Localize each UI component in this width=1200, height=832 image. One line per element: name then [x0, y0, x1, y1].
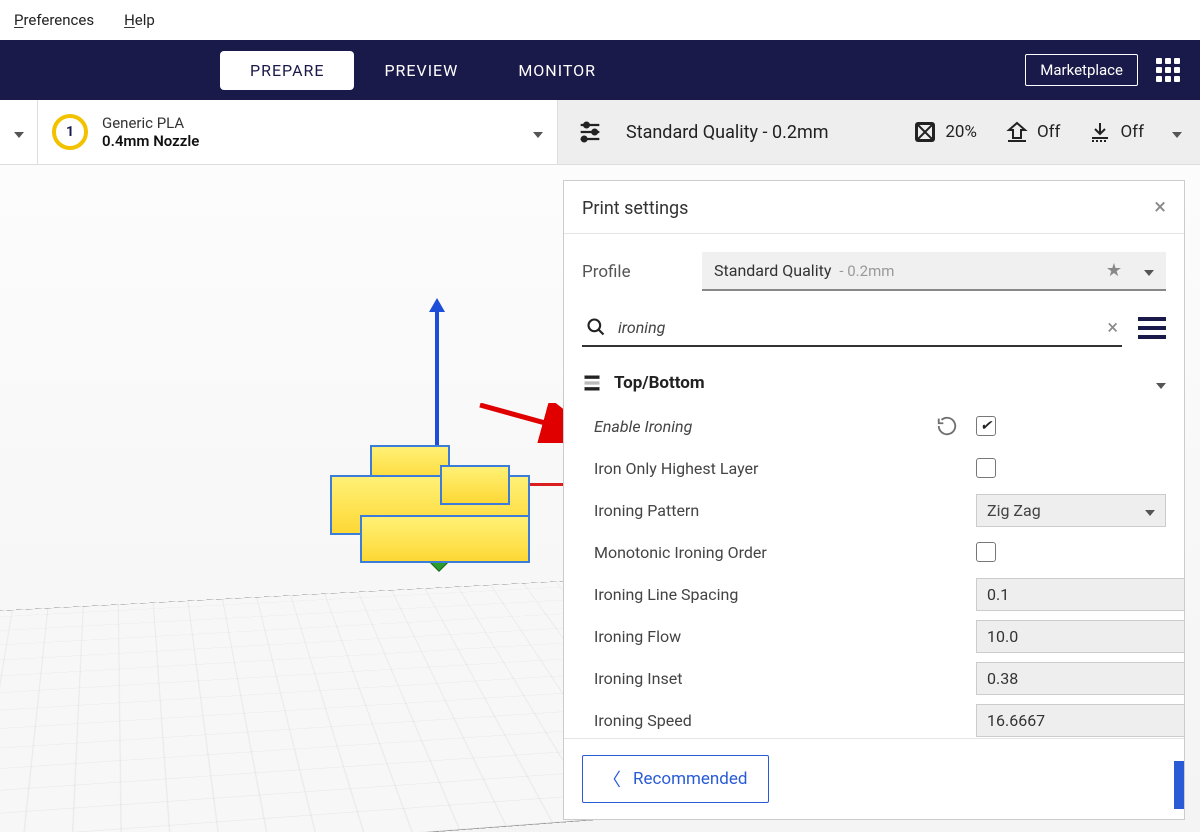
- tab-prepare[interactable]: PREPARE: [220, 51, 354, 90]
- nozzle-size: 0.4mm Nozzle: [102, 132, 199, 150]
- menu-preferences[interactable]: Preferences: [14, 11, 94, 29]
- setting-iron-only-highest: Iron Only Highest Layer: [594, 447, 1166, 489]
- adhesion-indicator: Off: [1088, 120, 1144, 144]
- line-spacing-input[interactable]: [977, 579, 1184, 610]
- tab-preview[interactable]: PREVIEW: [354, 51, 488, 90]
- profile-row: Profile Standard Quality - 0.2mm ★: [564, 234, 1184, 301]
- infill-indicator: 20%: [913, 120, 977, 144]
- material-name: Generic PLA: [102, 114, 199, 132]
- menubar: Preferences Help: [0, 0, 1200, 40]
- navbar: PREPARE PREVIEW MONITOR Marketplace: [0, 40, 1200, 100]
- print-settings-panel: Print settings × Profile Standard Qualit…: [563, 180, 1185, 820]
- enable-ironing-checkbox[interactable]: [976, 416, 996, 436]
- support-indicator: Off: [1005, 120, 1061, 144]
- chevron-down-icon: [14, 123, 24, 142]
- top-bottom-icon: [582, 373, 602, 393]
- recommended-button[interactable]: 〈 Recommended: [582, 755, 769, 803]
- chevron-down-icon: [1172, 123, 1182, 142]
- material-segment[interactable]: 1 Generic PLA 0.4mm Nozzle: [38, 100, 558, 164]
- chevron-left-icon: 〈: [603, 766, 621, 792]
- setting-enable-ironing: Enable Ironing: [594, 405, 1166, 447]
- clear-search-icon[interactable]: ×: [1107, 315, 1118, 339]
- ironing-pattern-select[interactable]: Zig Zag: [976, 494, 1166, 527]
- reset-icon[interactable]: [936, 415, 958, 437]
- chevron-down-icon: [533, 123, 543, 142]
- search-input[interactable]: [618, 318, 1095, 337]
- slice-button-edge[interactable]: [1174, 761, 1184, 809]
- setting-monotonic-order: Monotonic Ironing Order: [594, 531, 1166, 573]
- ironing-speed-input[interactable]: [977, 705, 1184, 736]
- panel-header: Print settings ×: [564, 181, 1184, 234]
- chevron-down-icon: [1144, 261, 1154, 280]
- quality-segment[interactable]: Standard Quality - 0.2mm 20% Off Off: [558, 100, 1200, 164]
- printer-dropdown[interactable]: [0, 100, 38, 164]
- panel-title: Print settings: [582, 198, 688, 219]
- setting-ironing-speed: Ironing Speed mm/s: [594, 699, 1166, 738]
- search-row: ×: [564, 301, 1184, 357]
- profile-select[interactable]: Standard Quality - 0.2mm ★: [702, 252, 1166, 291]
- setting-ironing-inset: Ironing Inset mm: [594, 657, 1166, 699]
- main-tabs: PREPARE PREVIEW MONITOR: [220, 51, 626, 90]
- profile-label: Profile: [582, 262, 682, 282]
- iron-only-highest-checkbox[interactable]: [976, 458, 996, 478]
- setting-ironing-pattern: Ironing Pattern Zig Zag: [594, 489, 1166, 531]
- apps-icon[interactable]: [1156, 58, 1180, 82]
- chevron-down-icon: [1145, 501, 1155, 520]
- settings-sliders-icon: [576, 118, 604, 146]
- marketplace-button[interactable]: Marketplace: [1025, 54, 1138, 86]
- infill-icon: [913, 120, 937, 144]
- panel-footer: 〈 Recommended: [564, 738, 1184, 819]
- tab-monitor[interactable]: MONITOR: [488, 51, 626, 90]
- config-toolbar: 1 Generic PLA 0.4mm Nozzle Standard Qual…: [0, 100, 1200, 165]
- star-icon[interactable]: ★: [1106, 260, 1122, 281]
- material-text: Generic PLA 0.4mm Nozzle: [102, 114, 199, 150]
- menu-help[interactable]: Help: [124, 11, 155, 29]
- ironing-flow-input[interactable]: [977, 621, 1184, 652]
- adhesion-icon: [1088, 120, 1112, 144]
- quality-label: Standard Quality - 0.2mm: [626, 122, 829, 143]
- support-icon: [1005, 120, 1029, 144]
- chevron-down-icon: [1156, 374, 1166, 393]
- search-input-wrap: ×: [582, 309, 1122, 347]
- setting-line-spacing: Ironing Line Spacing mm: [594, 573, 1166, 615]
- hamburger-menu-icon[interactable]: [1138, 317, 1166, 339]
- ironing-inset-input[interactable]: [977, 663, 1184, 694]
- search-icon: [586, 317, 606, 337]
- extruder-icon: 1: [52, 114, 88, 150]
- category-header-top-bottom[interactable]: Top/Bottom: [564, 357, 1184, 401]
- close-icon[interactable]: ×: [1154, 197, 1166, 219]
- setting-ironing-flow: Ironing Flow %: [594, 615, 1166, 657]
- settings-list: Enable Ironing Iron Only Highest Layer I…: [564, 401, 1184, 738]
- monotonic-order-checkbox[interactable]: [976, 542, 996, 562]
- model-object[interactable]: [330, 445, 540, 565]
